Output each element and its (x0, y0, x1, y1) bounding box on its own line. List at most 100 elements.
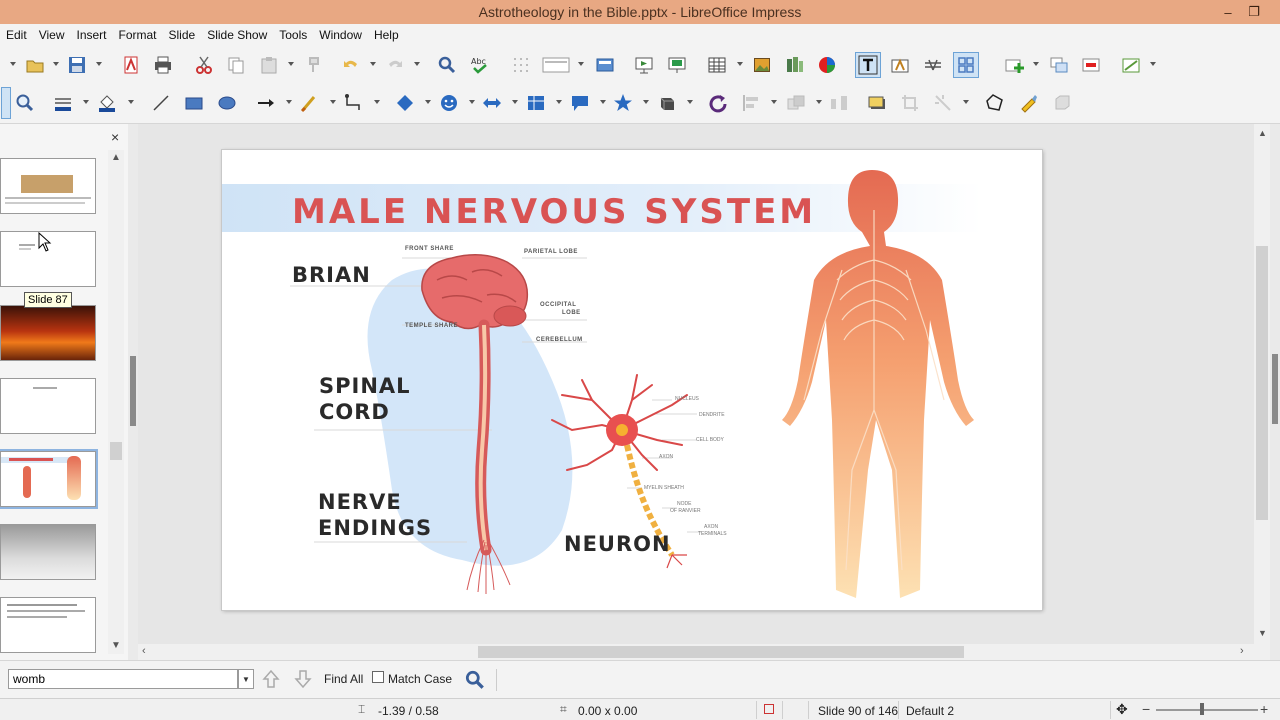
align-icon[interactable] (740, 92, 762, 114)
undo-dropdown-arrow[interactable] (370, 62, 376, 66)
curve-icon[interactable] (299, 92, 321, 114)
line-color-icon[interactable] (52, 92, 74, 114)
minimize-button[interactable]: – (1216, 2, 1240, 22)
grid-icon[interactable] (510, 54, 532, 76)
start-current-slide-icon[interactable] (666, 54, 688, 76)
basic-shapes-icon[interactable] (394, 92, 416, 114)
menu-edit[interactable]: Edit (0, 24, 33, 46)
new-slide-icon[interactable] (1003, 54, 1025, 76)
flowchart-icon[interactable] (525, 92, 547, 114)
redo-dropdown-arrow[interactable] (414, 62, 420, 66)
close-pane-icon[interactable]: × (111, 129, 119, 145)
3d-objects-icon[interactable] (656, 92, 678, 114)
cut-icon[interactable] (193, 54, 215, 76)
menu-format[interactable]: Format (113, 24, 163, 46)
align-dropdown-arrow[interactable] (771, 100, 777, 104)
callout-icon[interactable] (569, 92, 591, 114)
menu-window[interactable]: Window (313, 24, 368, 46)
undo-icon[interactable] (340, 54, 362, 76)
ellipse-icon[interactable] (216, 92, 238, 114)
scroll-right-icon[interactable]: › (1240, 645, 1244, 657)
slide-thumbnail-89[interactable] (0, 378, 96, 434)
distribute-icon[interactable] (828, 92, 850, 114)
layout-dropdown-arrow[interactable] (1150, 62, 1156, 66)
menu-slide[interactable]: Slide (163, 24, 202, 46)
basic-shapes-dropdown-arrow[interactable] (425, 100, 431, 104)
views-dropdown-arrow[interactable] (578, 62, 584, 66)
new-slide-dropdown-arrow[interactable] (1033, 62, 1039, 66)
image-icon[interactable] (751, 54, 773, 76)
horizontal-scrollbar[interactable]: ‹ › (138, 644, 1254, 660)
menu-view[interactable]: View (33, 24, 71, 46)
text-box-icon[interactable] (855, 52, 881, 78)
slide-thumbnail-88[interactable] (0, 305, 96, 361)
delete-slide-icon[interactable] (1080, 54, 1102, 76)
lines-arrows-dropdown-arrow[interactable] (286, 100, 292, 104)
block-arrows-dropdown-arrow[interactable] (512, 100, 518, 104)
fill-color-icon[interactable] (96, 92, 118, 114)
scroll-down-icon[interactable]: ▼ (111, 640, 121, 651)
connector-icon[interactable] (343, 92, 365, 114)
fontwork-icon[interactable] (889, 54, 911, 76)
zoom-pan-icon[interactable] (14, 92, 36, 114)
curves-dropdown-arrow[interactable] (330, 100, 336, 104)
save-icon[interactable] (66, 54, 88, 76)
vertical-scroll-thumb[interactable] (1256, 246, 1268, 520)
glue-points-icon[interactable] (1017, 92, 1039, 114)
transformations-icon[interactable] (922, 54, 944, 76)
slide-layout-icon[interactable] (1120, 54, 1142, 76)
zoom-slider-thumb[interactable] (1200, 703, 1204, 715)
scroll-up-icon[interactable]: ▲ (111, 152, 121, 163)
menu-tools[interactable]: Tools (273, 24, 313, 46)
3d-objects-dropdown-arrow[interactable] (687, 100, 693, 104)
restore-button[interactable]: ❐ (1242, 2, 1266, 22)
sidebar-grip[interactable] (1272, 354, 1278, 424)
connectors-dropdown-arrow[interactable] (374, 100, 380, 104)
shadow-icon[interactable] (866, 92, 888, 114)
copy-icon[interactable] (225, 54, 247, 76)
menu-insert[interactable]: Insert (70, 24, 112, 46)
line-tool-icon[interactable] (150, 92, 172, 114)
symbol-shapes-icon[interactable] (438, 92, 460, 114)
open-dropdown-arrow[interactable] (53, 62, 59, 66)
find-all-button[interactable]: Find All (324, 672, 363, 686)
rotate-icon[interactable] (707, 92, 729, 114)
crop-icon[interactable] (899, 92, 921, 114)
sidebar-divider[interactable] (1270, 124, 1280, 660)
paste-dropdown-arrow[interactable] (288, 62, 294, 66)
clone-formatting-icon[interactable] (303, 54, 325, 76)
arrange-icon[interactable] (785, 92, 807, 114)
redo-icon[interactable] (384, 54, 406, 76)
start-first-slide-icon[interactable] (633, 54, 655, 76)
select-tool[interactable] (1, 87, 11, 119)
callouts-dropdown-arrow[interactable] (600, 100, 606, 104)
points-icon[interactable] (983, 92, 1005, 114)
print-icon[interactable] (152, 54, 174, 76)
find-history-dropdown[interactable]: ▼ (238, 669, 254, 689)
fit-slide-icon[interactable]: ✥ (1116, 701, 1128, 718)
pane-divider[interactable] (128, 124, 138, 660)
arrange-dropdown-arrow[interactable] (816, 100, 822, 104)
show-draw-functions-icon[interactable] (953, 52, 979, 78)
current-slide[interactable]: MALE NERVOUS SYSTEM BRIAN SPINAL CORD NE… (222, 150, 1042, 610)
stars-icon[interactable] (612, 92, 634, 114)
vertical-scrollbar[interactable]: ▲ ▼ (1254, 124, 1270, 644)
chart-icon[interactable] (816, 54, 838, 76)
slide-thumbnail-86[interactable] (0, 158, 96, 214)
flowchart-dropdown-arrow[interactable] (556, 100, 562, 104)
display-views-icon[interactable] (542, 54, 570, 76)
block-arrows-icon[interactable] (481, 92, 503, 114)
paste-icon[interactable] (258, 54, 280, 76)
master-slide-icon[interactable] (594, 54, 616, 76)
open-folder-icon[interactable] (24, 54, 46, 76)
zoom-slider[interactable] (1156, 709, 1258, 711)
scroll-left-icon[interactable]: ‹ (142, 645, 146, 657)
slide-thumbnail-91[interactable] (0, 524, 96, 580)
match-case-label[interactable]: Match Case (388, 672, 452, 686)
table-dropdown-arrow[interactable] (737, 62, 743, 66)
zoom-out-icon[interactable]: − (1142, 701, 1150, 717)
table-icon[interactable] (706, 54, 728, 76)
new-dropdown-arrow[interactable] (10, 62, 16, 66)
match-case-checkbox[interactable] (372, 671, 384, 683)
horizontal-scroll-thumb[interactable] (478, 646, 964, 658)
